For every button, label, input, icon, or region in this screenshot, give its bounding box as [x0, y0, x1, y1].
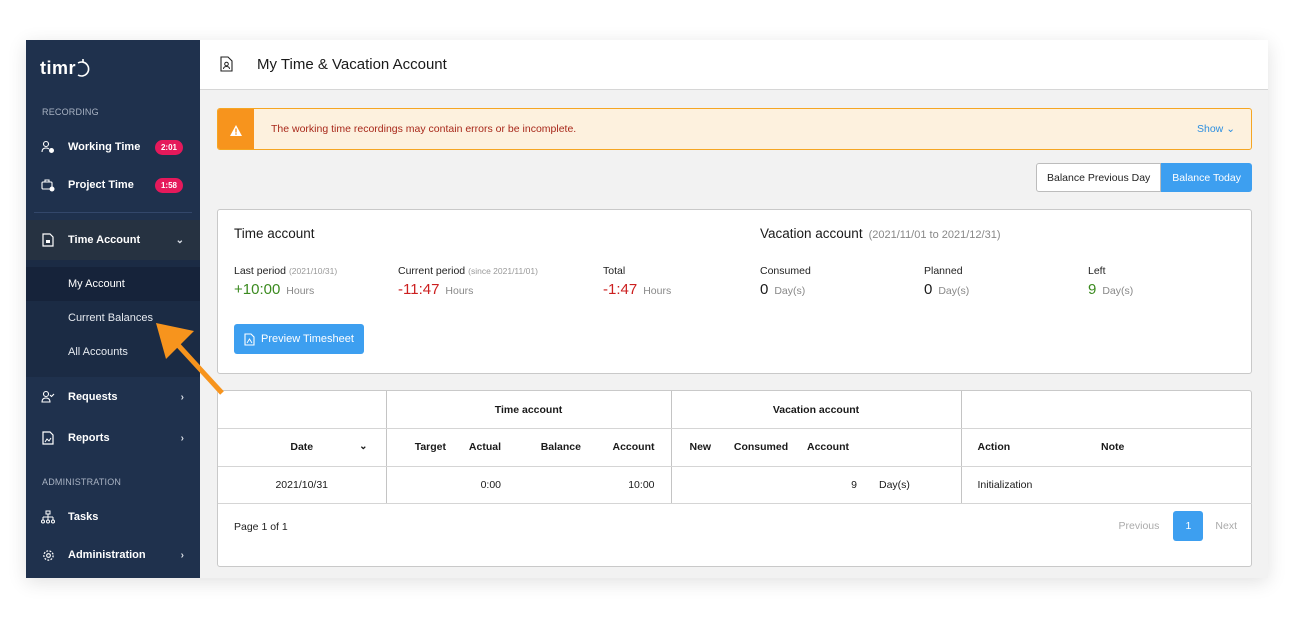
total-value: -1:47: [603, 281, 638, 298]
column-header-date[interactable]: Date ⌄: [218, 428, 387, 467]
cell-note: [1086, 466, 1252, 504]
cell-vacation-unit: Day(s): [861, 466, 962, 504]
table-group-header-row: Time account Vacation account: [218, 391, 1252, 429]
group-header-empty: [961, 391, 1252, 429]
pagination: Previous 1 Next: [1119, 511, 1237, 541]
gear-icon: [41, 548, 55, 562]
sidebar-item-administration[interactable]: Administration ›: [26, 536, 200, 574]
balance-toggle: Balance Previous Day Balance Today: [1035, 163, 1252, 192]
pagination-previous[interactable]: Previous: [1119, 520, 1160, 532]
column-header-consumed: Consumed: [721, 428, 801, 467]
current-period-stat: Current period (since 2021/11/01) -11:47 H…: [398, 265, 538, 298]
working-time-badge: 2:01: [154, 139, 183, 155]
annotation-arrow-icon: [156, 323, 224, 395]
total-stat: Total -1:47 Hours: [603, 265, 672, 298]
current-period-value: -11:47: [398, 281, 440, 298]
app-window: timr RECORDING Working Time 2:01 Project…: [26, 40, 1268, 578]
account-history-table-card: Time account Vacation account Date ⌄ Targ…: [217, 390, 1252, 567]
account-summary-card: Time account Last period (2021/10/31) +10…: [217, 209, 1252, 374]
group-header-vacation-account: Vacation account: [671, 391, 962, 429]
warning-icon: [218, 109, 254, 149]
cell-consumed: [721, 466, 801, 504]
column-header-action: Action: [961, 428, 1086, 467]
balance-previous-day-button[interactable]: Balance Previous Day: [1035, 163, 1162, 192]
sidebar-divider: [34, 212, 192, 213]
sidebar-item-working-time[interactable]: Working Time 2:01: [26, 128, 200, 166]
account-history-table: Time account Vacation account Date ⌄ Targ…: [218, 391, 1252, 504]
cell-actual: 0:00: [446, 466, 501, 504]
section-label-recording: RECORDING: [42, 107, 99, 117]
report-icon: [41, 431, 55, 445]
main-content: My Time & Vacation Account The working t…: [200, 40, 1268, 578]
vacation-consumed-stat: Consumed 0 Day(s): [760, 265, 811, 298]
column-header-target: Target: [386, 428, 446, 467]
timr-logo[interactable]: timr: [40, 56, 90, 80]
chevron-right-icon: ›: [180, 432, 184, 444]
pagination-next[interactable]: Next: [1215, 520, 1237, 532]
balance-today-button[interactable]: Balance Today: [1161, 163, 1252, 192]
cell-target: [386, 466, 446, 504]
column-header-account: Account: [581, 428, 672, 467]
briefcase-clock-icon: [41, 178, 55, 192]
sidebar-item-tasks[interactable]: Tasks: [26, 498, 200, 536]
column-header-actual: Actual: [446, 428, 501, 467]
chevron-down-icon: ⌄: [175, 234, 184, 246]
sidebar-item-project-time[interactable]: Project Time 1:58: [26, 166, 200, 204]
chevron-down-icon: ⌄: [1226, 123, 1235, 135]
table-row[interactable]: 2021/10/31 0:00 10:00 9 Day(s) Initializ…: [218, 466, 1252, 504]
group-header-time-account: Time account: [386, 391, 672, 429]
document-icon: [41, 233, 55, 247]
time-account-heading: Time account: [234, 226, 315, 241]
column-header-new: New: [671, 428, 721, 467]
preview-timesheet-button[interactable]: Preview Timesheet: [234, 324, 364, 354]
table-column-header-row: Date ⌄ Target Actual Balance Account New …: [218, 428, 1252, 467]
sidebar-item-time-account[interactable]: Time Account ⌄: [26, 220, 200, 260]
cell-action: Initialization: [961, 466, 1086, 504]
last-period-value: +10:00: [234, 281, 281, 298]
column-header-vacation-account: Account: [801, 428, 861, 467]
sidebar-item-reports[interactable]: Reports ›: [26, 419, 200, 457]
section-label-administration: ADMINISTRATION: [42, 477, 122, 487]
hierarchy-icon: [41, 510, 55, 524]
vacation-account-heading: Vacation account (2021/11/01 to 2021/12/3…: [760, 226, 1001, 241]
sidebar-subitem-my-account[interactable]: My Account: [26, 267, 200, 301]
pagination-page-1[interactable]: 1: [1173, 511, 1204, 541]
cell-balance: [501, 466, 581, 504]
page-header: My Time & Vacation Account: [200, 40, 1268, 90]
page-title: My Time & Vacation Account: [257, 56, 447, 73]
user-document-icon: [220, 56, 233, 77]
user-check-icon: [41, 390, 55, 404]
project-time-badge: 1:58: [154, 177, 183, 193]
user-clock-icon: [41, 140, 55, 154]
cell-vacation-account: 9: [801, 466, 861, 504]
pdf-file-icon: [244, 332, 255, 346]
cell-account: 10:00: [581, 466, 672, 504]
alert-show-toggle[interactable]: Show ⌄: [1197, 123, 1235, 135]
last-period-stat: Last period (2021/10/31) +10:00 Hours: [234, 265, 338, 298]
page-indicator: Page 1 of 1: [234, 521, 288, 533]
warning-alert: The working time recordings may contain …: [217, 108, 1252, 150]
vacation-left-stat: Left 9 Day(s): [1088, 265, 1134, 298]
cell-new: [671, 466, 721, 504]
group-header-empty: [218, 391, 387, 429]
vacation-planned-stat: Planned 0 Day(s): [924, 265, 970, 298]
sort-chevron-down-icon[interactable]: ⌄: [359, 441, 367, 452]
alert-message: The working time recordings may contain …: [271, 123, 577, 135]
chevron-right-icon: ›: [180, 549, 184, 561]
column-header-note: Note: [1086, 428, 1252, 467]
column-header-balance: Balance: [501, 428, 581, 467]
sidebar: timr RECORDING Working Time 2:01 Project…: [26, 40, 200, 578]
logo-clock-arc-icon: [77, 59, 90, 77]
column-header-unit: [861, 428, 962, 467]
cell-date: 2021/10/31: [218, 466, 387, 504]
